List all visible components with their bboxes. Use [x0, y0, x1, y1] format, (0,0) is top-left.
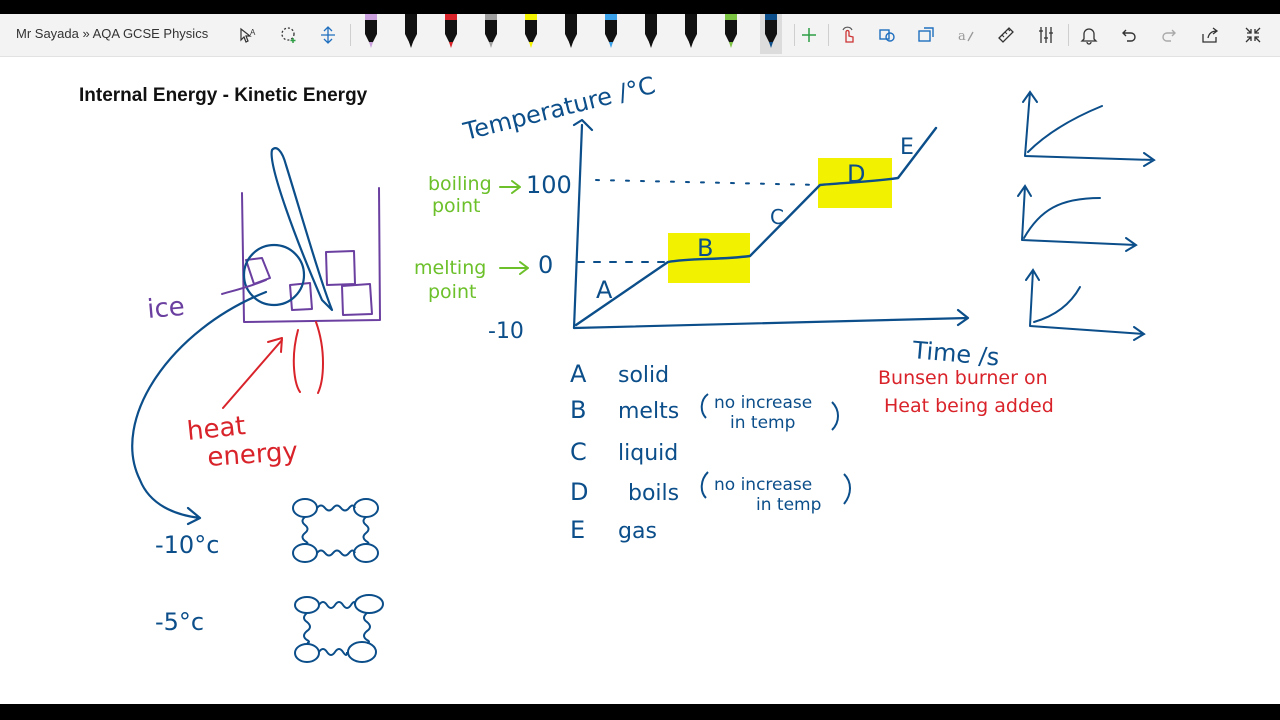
pen-lavender-icon[interactable]	[360, 14, 382, 54]
temp-minus5-label: -5°c	[155, 608, 204, 636]
key-letter-A: A	[570, 360, 587, 388]
heating-curve-graph	[499, 118, 970, 330]
key-note2-D: in temp	[756, 495, 821, 515]
heat-note: Heat being added	[884, 395, 1054, 417]
touch-drawing-icon[interactable]	[834, 21, 862, 49]
pen-red-icon[interactable]	[440, 14, 462, 54]
key-note-D: no increase	[714, 475, 812, 495]
energy-label: energy	[206, 437, 298, 473]
particle-diagram-minus10	[292, 498, 379, 563]
undo-icon[interactable]	[1115, 21, 1143, 49]
ink-layer: ice heat energy -10°c -5°c Temperature /…	[131, 71, 1156, 663]
key-text-B: melts	[618, 399, 679, 424]
y-axis-label: Temperature /°C	[460, 71, 658, 146]
bunsen-note: Bunsen burner on	[878, 367, 1048, 389]
phase-key-list: AsolidB melts no increasein tempC liquidD bo…	[570, 360, 821, 544]
key-letter-D: D	[570, 478, 588, 506]
segment-D-label: D	[847, 160, 865, 188]
sketch-graphs	[1017, 90, 1156, 341]
tick-minus10: -10	[488, 319, 524, 344]
pen-black-1-icon[interactable]	[400, 14, 422, 54]
temp-minus10-label: -10°c	[155, 531, 219, 559]
tick-0: 0	[538, 251, 553, 279]
key-text-C: liquid	[618, 441, 678, 466]
segment-A-label: A	[596, 276, 613, 304]
bottom-letterbox	[0, 704, 1280, 720]
boiling-dashed-line	[595, 179, 821, 186]
segment-B-label: B	[697, 234, 713, 262]
x-axis	[572, 308, 970, 330]
add-pen-icon[interactable]	[795, 21, 823, 49]
pen-rainbow-icon[interactable]	[600, 14, 622, 54]
ink-to-text-icon[interactable]	[912, 21, 940, 49]
segment-E-label: E	[900, 135, 914, 160]
lasso-select-icon[interactable]	[275, 21, 303, 49]
segment-C-label: C	[770, 205, 784, 229]
melting-point-label-2: point	[428, 281, 476, 303]
pen-black-4-icon[interactable]	[680, 14, 702, 54]
key-text-E: gas	[618, 519, 657, 544]
svg-text:A: A	[250, 28, 256, 37]
collapse-icon[interactable]	[1239, 21, 1267, 49]
redo-icon[interactable]	[1155, 21, 1183, 49]
boiling-point-label: boiling	[428, 173, 492, 195]
key-letter-C: C	[570, 438, 587, 466]
svg-text:a: a	[958, 29, 966, 44]
notification-bell-icon[interactable]	[1075, 21, 1103, 49]
breadcrumb[interactable]: Mr Sayada » AQA GCSE Physics	[16, 26, 208, 41]
tick-100: 100	[526, 171, 572, 199]
note-canvas[interactable]: Internal Energy - Kinetic Energy ice hea…	[0, 57, 1280, 704]
pen-green-icon[interactable]	[720, 14, 742, 54]
toolbar-separator	[1068, 24, 1069, 46]
heating-curve	[574, 126, 938, 327]
toolbar-separator	[350, 24, 351, 46]
key-note-B: no increase	[714, 393, 812, 413]
ink-to-math-icon[interactable]: a	[952, 21, 980, 49]
draw-toolbar: Mr Sayada » AQA GCSE Physics A a	[0, 14, 1280, 57]
pen-grey-icon[interactable]	[480, 14, 502, 54]
pen-black-3-icon[interactable]	[640, 14, 662, 54]
toolbar-separator	[828, 24, 829, 46]
settings-sliders-icon[interactable]	[1032, 21, 1060, 49]
melting-point-label: melting	[414, 257, 486, 279]
share-icon[interactable]	[1196, 21, 1224, 49]
ruler-icon[interactable]	[992, 21, 1020, 49]
y-axis	[572, 118, 594, 330]
key-letter-B: B	[570, 396, 586, 424]
ink-to-shape-icon[interactable]	[873, 21, 901, 49]
key-note2-B: in temp	[730, 413, 795, 433]
pen-black-2-icon[interactable]	[560, 14, 582, 54]
key-letter-E: E	[570, 516, 585, 544]
top-letterbox	[0, 0, 1280, 14]
particle-diagram-minus5	[294, 594, 384, 663]
text-select-icon[interactable]: A	[234, 21, 262, 49]
pen-yellow-icon[interactable]	[520, 14, 542, 54]
boiling-point-label-2: point	[432, 195, 480, 217]
pen-blue-active-icon[interactable]	[760, 14, 782, 54]
ice-label: ice	[146, 292, 186, 325]
key-text-D: boils	[628, 481, 679, 506]
onenote-window: Mr Sayada » AQA GCSE Physics A a Interna…	[0, 14, 1280, 704]
key-text-A: solid	[618, 363, 669, 388]
add-space-icon[interactable]	[314, 21, 342, 49]
